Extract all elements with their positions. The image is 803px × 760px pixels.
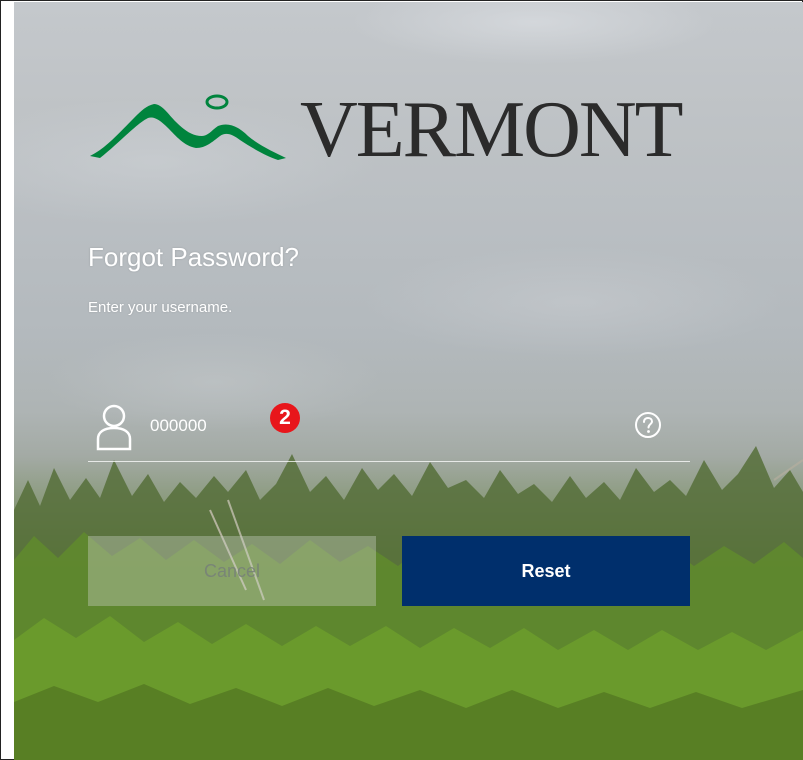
username-field[interactable] [88, 397, 690, 462]
user-icon [96, 404, 132, 451]
page-subtitle: Enter your username. [88, 299, 233, 316]
question-mark-circle-icon[interactable] [634, 411, 662, 439]
page-title: Forgot Password? [88, 242, 299, 272]
logo-wordmark: VERMONT [300, 86, 683, 174]
login-background: VERMONT Forgot Password? Enter your user… [14, 2, 803, 760]
cancel-button[interactable]: Cancel [88, 536, 376, 606]
username-input[interactable] [150, 411, 590, 441]
mountain-mark [90, 104, 286, 160]
reset-button[interactable]: Reset [402, 536, 690, 606]
step-number-badge: 2 [270, 403, 300, 433]
vermont-logo: VERMONT [88, 74, 700, 184]
sun-mark [205, 94, 229, 110]
